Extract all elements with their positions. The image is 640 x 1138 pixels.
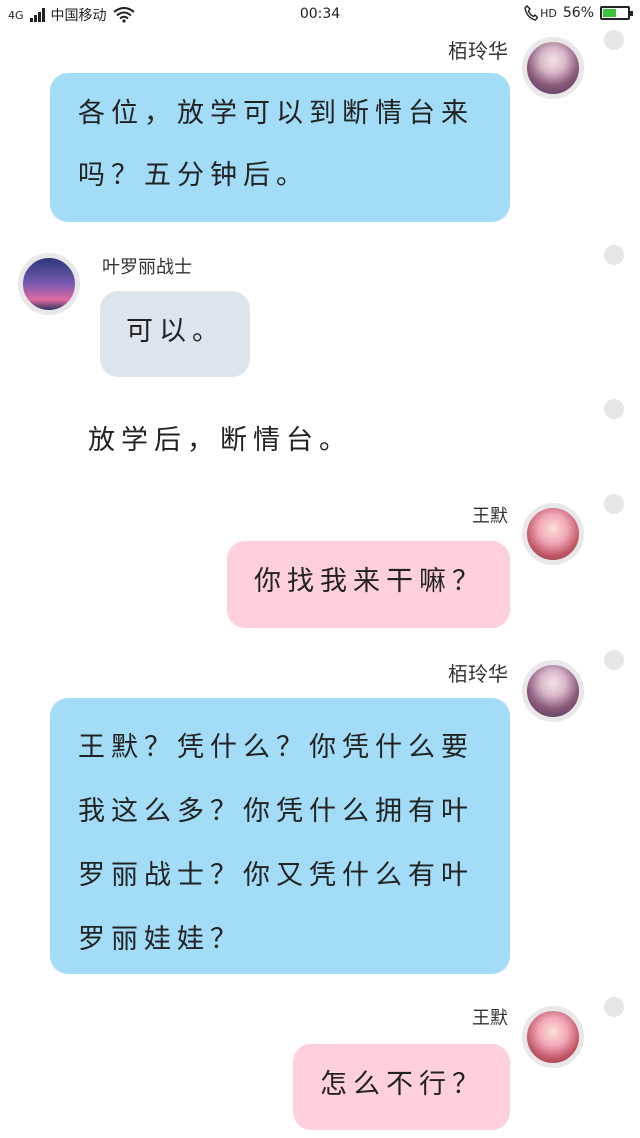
call-icon: [524, 5, 539, 21]
selection-dot[interactable]: [604, 650, 624, 670]
message-line: 怎么不行？: [320, 1069, 485, 1100]
message-bubble[interactable]: 你找我来干嘛？: [227, 541, 510, 628]
avatar[interactable]: [522, 37, 584, 99]
avatar[interactable]: [522, 1006, 584, 1068]
message-bubble[interactable]: 怎么不行？: [293, 1044, 510, 1130]
avatar[interactable]: [522, 503, 584, 565]
sender-name: 王默: [472, 1008, 508, 1029]
selection-dot[interactable]: [604, 30, 624, 50]
battery-icon: [600, 6, 633, 20]
sender-name: 栢玲华: [448, 662, 508, 686]
message-bubble[interactable]: 王默？凭什么？你凭什么要 我这么多？你凭什么拥有叶 罗丽战士？你又凭什么有叶 罗…: [50, 698, 510, 974]
selection-dot[interactable]: [604, 494, 624, 514]
message-line: 罗丽战士？你又凭什么有叶: [78, 860, 474, 891]
message-line: 罗丽娃娃？: [78, 924, 243, 955]
hd-label: HD: [540, 6, 557, 20]
selection-dot[interactable]: [604, 245, 624, 265]
avatar[interactable]: [522, 660, 584, 722]
message-line: 各位，放学可以到断情台来: [78, 98, 474, 129]
sender-name: 叶罗丽战士: [102, 257, 192, 278]
message-text[interactable]: 放学后，断情台。: [88, 418, 352, 457]
avatar[interactable]: [18, 253, 80, 315]
message-line: 我这么多？你凭什么拥有叶: [78, 796, 474, 827]
battery-fill: [603, 9, 616, 17]
sender-name: 栢玲华: [448, 39, 508, 63]
message-line: 可以。: [126, 316, 225, 347]
message-line: 放学后，断情台。: [88, 425, 352, 456]
message-line: 你找我来干嘛？: [254, 566, 485, 597]
selection-dot[interactable]: [604, 399, 624, 419]
status-right: HD 56%: [524, 5, 633, 21]
message-line: 吗？五分钟后。: [78, 160, 309, 191]
selection-dot[interactable]: [604, 997, 624, 1017]
status-bar: 4G 中国移动 00:34 HD 56%: [0, 0, 640, 30]
message-line: 王默？凭什么？你凭什么要: [78, 732, 474, 763]
message-bubble[interactable]: 各位，放学可以到断情台来 吗？五分钟后。: [50, 73, 510, 222]
battery-percent: 56%: [562, 5, 594, 21]
sender-name: 王默: [472, 506, 508, 527]
message-bubble[interactable]: 可以。: [100, 291, 250, 377]
